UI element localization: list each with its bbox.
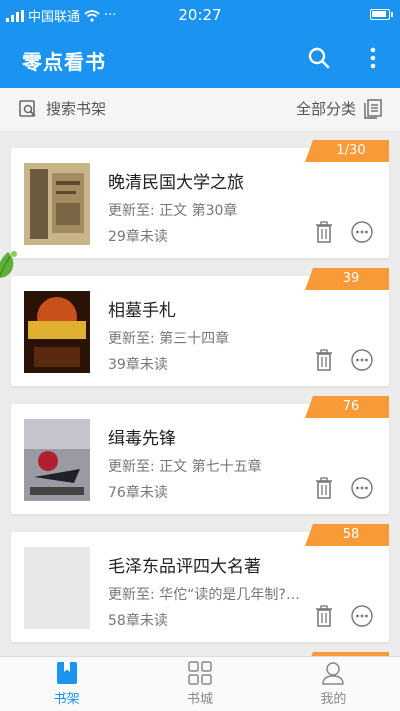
battery-icon xyxy=(370,9,393,20)
app-title: 零点看书 xyxy=(22,50,106,74)
trash-icon[interactable] xyxy=(315,477,333,499)
book-card[interactable]: 58 毛泽东品评四大名著 更新至: 华佗“读的是几年制?… 58章未读 xyxy=(11,524,389,642)
status-bar: 中国联通 ··· 20:27 xyxy=(0,0,400,30)
search-shelf-button[interactable]: 搜索书架 xyxy=(18,98,106,119)
status-time: 20:27 xyxy=(178,6,222,24)
tab-bookshelf[interactable]: 书架 xyxy=(0,657,133,711)
tab-profile[interactable]: 我的 xyxy=(267,657,400,711)
book-update: 更新至: 第三十四章 xyxy=(108,331,230,347)
more-options-icon[interactable] xyxy=(351,477,373,499)
more-options-icon[interactable] xyxy=(351,221,373,243)
book-unread: 29章未读 xyxy=(108,229,168,245)
book-cover xyxy=(24,419,90,501)
book-cover-placeholder xyxy=(24,547,90,629)
progress-badge: 39 xyxy=(305,268,389,290)
progress-badge: 76 xyxy=(305,396,389,418)
book-cover xyxy=(24,291,90,373)
book-cover xyxy=(24,163,90,245)
all-categories-button[interactable]: 全部分类 xyxy=(296,98,382,119)
trash-icon[interactable] xyxy=(315,605,333,627)
search-shelf-label: 搜索书架 xyxy=(46,100,107,118)
book-unread: 58章未读 xyxy=(108,613,168,629)
search-doc-icon xyxy=(19,99,36,117)
all-categories-label: 全部分类 xyxy=(295,100,356,118)
user-icon xyxy=(322,662,345,685)
tab-bookstore-label: 书城 xyxy=(186,692,213,707)
bottom-nav: 书架 书城 我的 xyxy=(0,656,400,711)
list-doc-icon xyxy=(364,98,382,119)
book-card[interactable]: 39 相墓手札 更新至: 第三十四章 39章未读 xyxy=(11,268,389,386)
search-icon[interactable] xyxy=(308,47,330,69)
tab-bookshelf-label: 书架 xyxy=(53,692,80,707)
book-title: 毛泽东品评四大名著 xyxy=(108,557,261,577)
battery-level xyxy=(372,11,386,17)
book-update: 更新至: 华佗“读的是几年制?… xyxy=(108,587,300,603)
book-title: 缉毒先锋 xyxy=(108,429,176,449)
bookshelf-icon xyxy=(56,662,77,684)
app-bar: 零点看书 xyxy=(0,30,400,88)
trash-icon[interactable] xyxy=(315,349,333,371)
progress-badge: 1/30 xyxy=(305,140,389,162)
grid-icon xyxy=(188,661,212,685)
more-options-icon[interactable] xyxy=(351,605,373,627)
book-unread: 39章未读 xyxy=(108,357,168,373)
book-update: 更新至: 正文 第30章 xyxy=(108,203,238,219)
tab-profile-label: 我的 xyxy=(320,692,347,707)
shelf-toolbar: 搜索书架 全部分类 xyxy=(0,88,400,132)
book-update: 更新至: 正文 第七十五章 xyxy=(108,459,262,475)
trash-icon[interactable] xyxy=(315,221,333,243)
progress-badge: 58 xyxy=(305,524,389,546)
leaf-float-icon[interactable] xyxy=(0,248,20,282)
bookshelf-list[interactable]: 1/30 晚清民国大学之旅 更新至: 正文 第30章 29章未读 39 相墓手札… xyxy=(0,132,400,656)
book-title: 晚清民国大学之旅 xyxy=(108,173,244,193)
more-vert-icon[interactable] xyxy=(370,47,376,69)
book-card[interactable]: 1/30 晚清民国大学之旅 更新至: 正文 第30章 29章未读 xyxy=(11,140,389,258)
tab-bookstore[interactable]: 书城 xyxy=(133,657,266,711)
book-unread: 76章未读 xyxy=(108,485,168,501)
book-title: 相墓手札 xyxy=(108,301,176,321)
book-card[interactable]: 76 缉毒先锋 更新至: 正文 第七十五章 76章未读 xyxy=(11,396,389,514)
more-options-icon[interactable] xyxy=(351,349,373,371)
